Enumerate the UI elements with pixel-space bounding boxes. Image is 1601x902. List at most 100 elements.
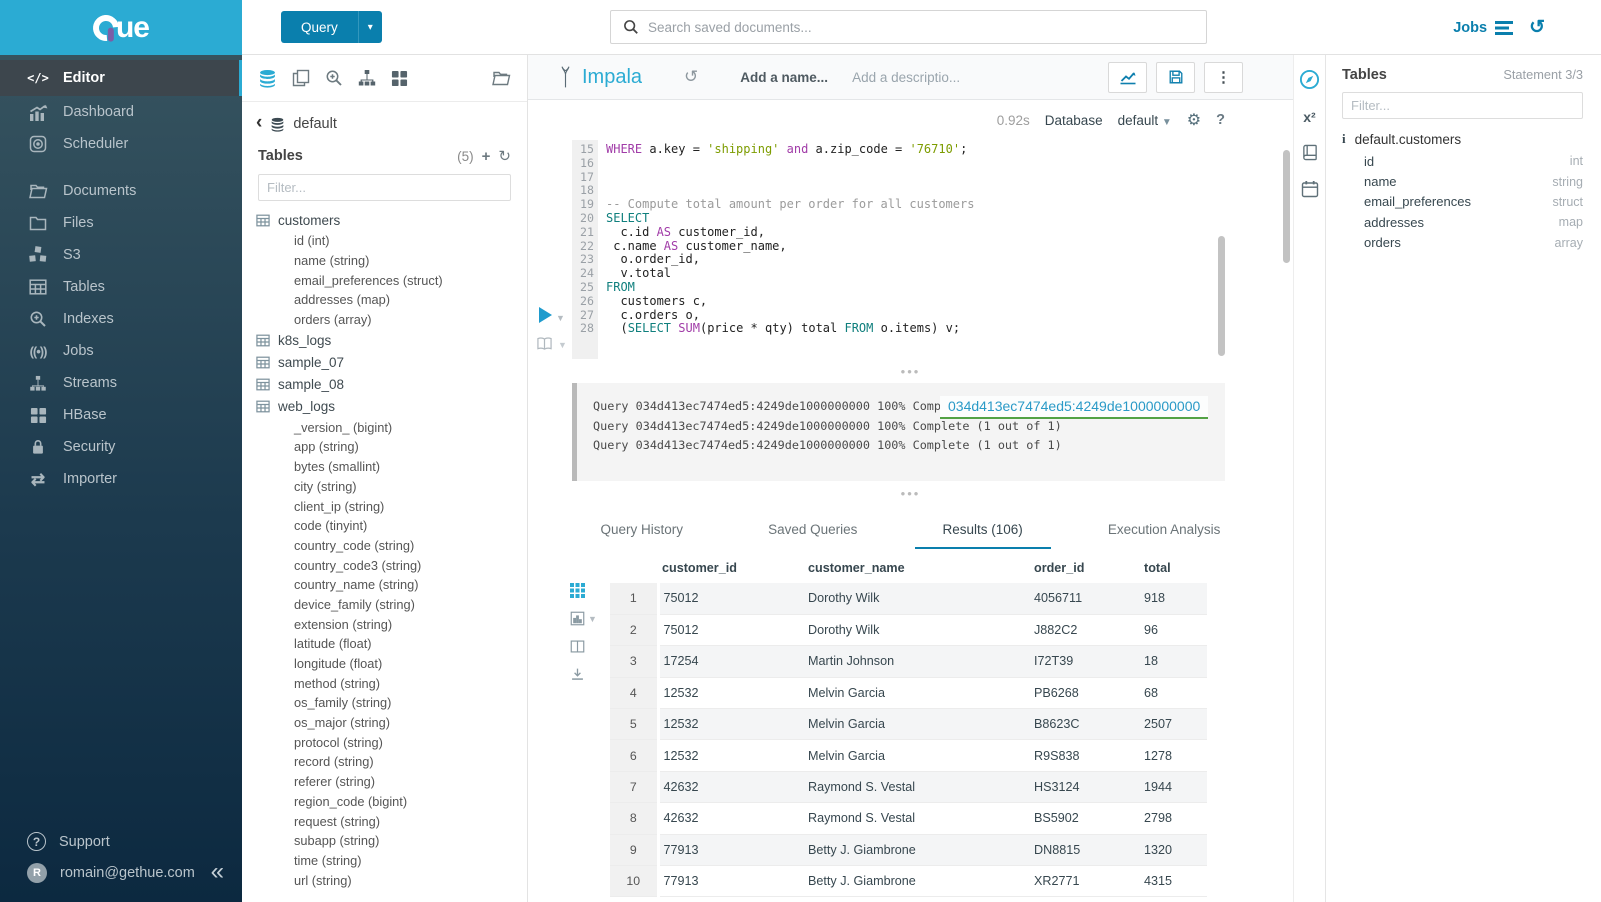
code-line[interactable]: FROM <box>606 281 1293 295</box>
editor-scrollbar[interactable] <box>1218 236 1225 356</box>
save-button[interactable] <box>1156 62 1195 93</box>
sidebar-item-documents[interactable]: Documents <box>0 175 242 207</box>
add-table-icon[interactable]: + <box>482 149 491 164</box>
assist-column[interactable]: os_major (string) <box>256 713 527 733</box>
main-scrollbar[interactable] <box>1283 150 1290 263</box>
assist-column[interactable]: user_agent (string) <box>256 890 527 892</box>
code-line[interactable]: (SELECT SUM(price * qty) total FROM o.it… <box>606 322 1293 336</box>
assist-column[interactable]: request (string) <box>256 811 527 831</box>
column-row[interactable]: addressesmap <box>1342 212 1583 232</box>
user-menu[interactable]: R romain@gethue.com <box>0 857 242 888</box>
apps-grid-icon[interactable] <box>391 70 408 87</box>
search-input[interactable] <box>648 20 1194 35</box>
functions-icon[interactable]: x² <box>1303 109 1315 125</box>
resize-handle[interactable]: ••• <box>528 481 1293 505</box>
assist-column[interactable]: orders (array) <box>256 310 527 330</box>
column-row[interactable]: email_preferencesstruct <box>1342 192 1583 212</box>
jobs-link[interactable]: Jobs <box>1453 20 1513 36</box>
help-question-icon[interactable]: ? <box>1216 112 1225 128</box>
sidebar-item-streams[interactable]: Streams <box>0 367 242 399</box>
query-dropdown-caret[interactable]: ▾ <box>358 11 382 43</box>
sidebar-item-indexes[interactable]: Indexes <box>0 303 242 335</box>
settings-gear-icon[interactable]: ⚙ <box>1187 110 1201 130</box>
chart-view-icon[interactable]: ▼ <box>570 611 610 626</box>
chart-options-caret-icon[interactable]: ▼ <box>588 614 597 624</box>
assist-column[interactable]: subapp (string) <box>256 831 527 851</box>
sidebar-item-s3[interactable]: S3 <box>0 239 242 271</box>
assist-column[interactable]: name (string) <box>256 251 527 271</box>
assist-column[interactable]: _version_ (bigint) <box>256 417 527 437</box>
download-icon[interactable] <box>570 667 610 682</box>
resize-handle[interactable]: ••• <box>528 359 1293 383</box>
assist-column[interactable]: device_family (string) <box>256 595 527 615</box>
collapse-sidebar-icon[interactable]: « <box>211 860 224 884</box>
documents-source-icon[interactable] <box>292 69 310 87</box>
database-name[interactable]: default <box>293 116 337 132</box>
code-line[interactable]: SELECT <box>606 212 1293 226</box>
code-line[interactable]: WHERE a.key = 'shipping' and a.zip_code … <box>606 143 1293 157</box>
grid-view-icon[interactable] <box>570 583 610 598</box>
language-reference-icon[interactable] <box>1301 144 1319 161</box>
assist-column[interactable]: referer (string) <box>256 772 527 792</box>
sidebar-item-editor[interactable]: </>Editor <box>0 60 242 96</box>
assist-column[interactable]: country_code (string) <box>256 536 527 556</box>
code-line[interactable]: c.id AS customer_id, <box>606 226 1293 240</box>
back-chevron-icon[interactable]: ‹ <box>256 113 262 132</box>
chart-settings-button[interactable] <box>1108 62 1147 93</box>
assist-column[interactable]: os_family (string) <box>256 693 527 713</box>
assist-column[interactable]: time (string) <box>256 851 527 871</box>
schedule-calendar-icon[interactable] <box>1301 180 1319 198</box>
assist-column[interactable]: region_code (bigint) <box>256 792 527 812</box>
assist-column[interactable]: protocol (string) <box>256 732 527 752</box>
code-line[interactable] <box>606 184 1293 198</box>
code-line[interactable]: o.order_id, <box>606 253 1293 267</box>
assist-table-k8s_logs[interactable]: k8s_logs <box>256 329 527 351</box>
assist-column[interactable]: app (string) <box>256 437 527 457</box>
more-actions-button[interactable]: ⋮ <box>1204 62 1243 93</box>
sidebar-item-importer[interactable]: ⇄Importer <box>0 463 242 495</box>
column-row[interactable]: ordersarray <box>1342 233 1583 253</box>
assist-column[interactable]: country_name (string) <box>256 575 527 595</box>
assist-column[interactable]: method (string) <box>256 673 527 693</box>
sidebar-item-jobs[interactable]: ((•))Jobs <box>0 335 242 367</box>
execute-options-caret-icon[interactable]: ▼ <box>556 313 565 323</box>
sidebar-item-security[interactable]: Security <box>0 431 242 463</box>
execute-button[interactable] <box>539 307 552 323</box>
assist-column[interactable]: url (string) <box>256 870 527 890</box>
sitemap-icon[interactable] <box>358 69 376 87</box>
code-line[interactable]: customers c, <box>606 295 1293 309</box>
editor-history-icon[interactable]: ↺ <box>684 67 698 87</box>
refresh-icon[interactable]: ↻ <box>498 149 511 164</box>
docs-book-icon[interactable] <box>536 336 553 351</box>
assist-column[interactable]: bytes (smallint) <box>256 457 527 477</box>
column-row[interactable]: idint <box>1342 151 1583 171</box>
assist-column[interactable]: city (string) <box>256 477 527 497</box>
columns-view-icon[interactable] <box>570 639 610 654</box>
code-line[interactable]: c.name AS customer_name, <box>606 240 1293 254</box>
sidebar-item-files[interactable]: Files <box>0 207 242 239</box>
docs-caret-icon[interactable]: ▼ <box>558 340 567 350</box>
column-header[interactable]: order_id <box>1030 557 1140 583</box>
assist-column[interactable]: client_ip (string) <box>256 496 527 516</box>
assist-column[interactable]: code (tinyint) <box>256 516 527 536</box>
tab-results-106-[interactable]: Results (106) <box>915 522 1051 549</box>
assist-column[interactable]: addresses (map) <box>256 290 527 310</box>
query-description-field[interactable]: Add a descriptio... <box>852 70 960 85</box>
support-link[interactable]: ? Support <box>0 826 242 857</box>
sidebar-item-dashboard[interactable]: Dashboard <box>0 96 242 128</box>
query-name-field[interactable]: Add a name... <box>740 70 828 85</box>
sidebar-item-tables[interactable]: Tables <box>0 271 242 303</box>
query-history-icon[interactable]: ↺ <box>1529 16 1545 39</box>
code-lines[interactable]: WHERE a.key = 'shipping' and a.zip_code … <box>598 140 1293 359</box>
assist-column[interactable]: longitude (float) <box>256 654 527 674</box>
hue-logo[interactable]: ue <box>0 0 242 55</box>
tab-execution-analysis[interactable]: Execution Analysis <box>1080 522 1249 549</box>
code-line[interactable] <box>606 157 1293 171</box>
sidebar-item-hbase[interactable]: HBase <box>0 399 242 431</box>
active-table-row[interactable]: i default.customers <box>1342 131 1583 147</box>
assist-column[interactable]: record (string) <box>256 752 527 772</box>
database-source-icon[interactable] <box>258 69 277 88</box>
assist-column[interactable]: country_code3 (string) <box>256 555 527 575</box>
assist-column[interactable]: latitude (float) <box>256 634 527 654</box>
assist-table-sample_08[interactable]: sample_08 <box>256 373 527 395</box>
